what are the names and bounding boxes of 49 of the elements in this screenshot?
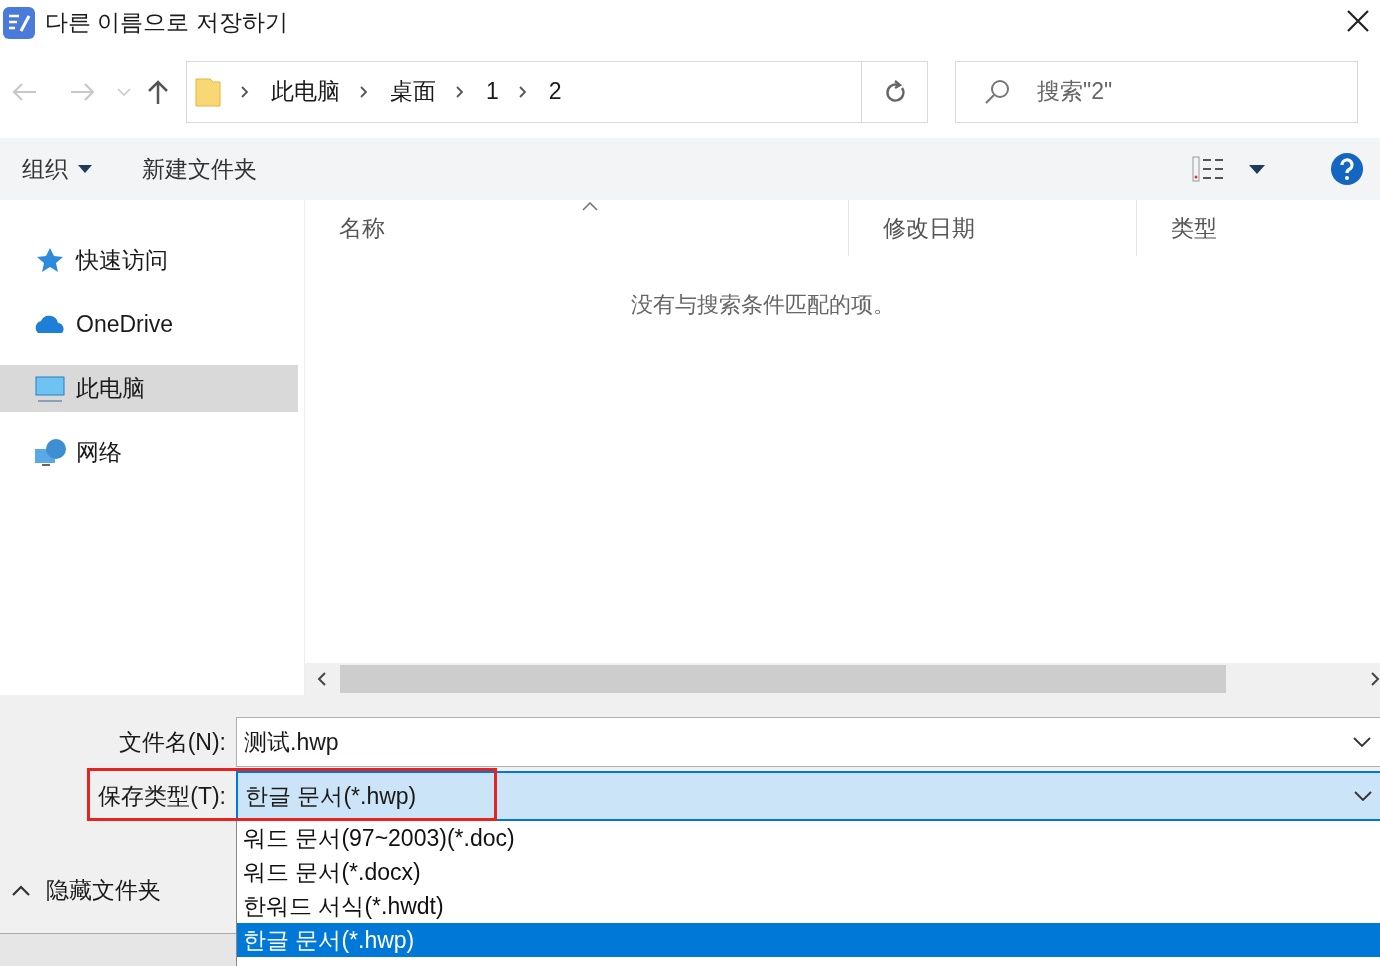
breadcrumb-item[interactable]: 桌面 [390, 74, 436, 109]
network-icon [34, 436, 66, 469]
dropdown-option[interactable]: 워드 문서(97~2003)(*.doc) [237, 821, 1380, 855]
scroll-right-icon [1370, 672, 1380, 686]
scroll-left-icon [317, 672, 327, 686]
chevron-down-icon [1354, 791, 1372, 801]
column-header[interactable]: 名称 [305, 200, 848, 256]
dropdown-option[interactable]: 한워드 서식(*.hwdt) [237, 889, 1380, 923]
refresh-icon [883, 79, 906, 104]
scrollbar-thumb[interactable] [340, 665, 1226, 693]
up-arrow-icon[interactable] [147, 78, 169, 105]
sidebar-item[interactable]: 快速访问 [0, 237, 298, 284]
empty-message: 没有与搜索条件匹配的项。 [630, 291, 895, 319]
caret-down-icon[interactable] [1249, 164, 1265, 174]
sort-caret-icon [582, 202, 598, 211]
chevron-right-icon [518, 85, 527, 98]
document-icon [3, 6, 35, 39]
caret-down-icon [78, 165, 92, 173]
breadcrumb-item[interactable]: 2 [548, 74, 562, 109]
column-header[interactable]: 类型 [1136, 200, 1376, 256]
search-icon [984, 78, 1010, 105]
breadcrumb-item[interactable]: 此电脑 [271, 74, 340, 109]
chevron-right-icon [241, 85, 249, 98]
chevron-up-icon [12, 884, 30, 896]
help-icon[interactable] [1330, 152, 1364, 186]
address-bar[interactable]: 此电脑 桌面 1 2 [186, 60, 928, 123]
hide-folders-button[interactable]: 隐藏文件夹 [12, 873, 161, 908]
search-field[interactable]: 搜索"2" [955, 60, 1358, 123]
sidebar-item[interactable]: 网络 [0, 429, 298, 476]
horizontal-scrollbar[interactable] [305, 663, 1380, 695]
save-type-dropdown[interactable]: 한글 문서(*.hwp) [236, 771, 1380, 821]
dropdown-option[interactable]: 워드 문서(*.docx) [237, 855, 1380, 889]
view-options-icon[interactable] [1192, 156, 1226, 182]
column-header[interactable]: 修改日期 [848, 200, 1136, 256]
chevron-right-icon [360, 85, 368, 98]
organize-menu[interactable]: 组织 [22, 151, 92, 187]
chevron-down-icon [1353, 737, 1371, 747]
chevron-right-icon [456, 85, 464, 98]
dropdown-option[interactable]: 한글 문서(*.hwp) [237, 923, 1380, 957]
file-name-field[interactable]: 测试.hwp [236, 717, 1380, 767]
breadcrumb-item[interactable]: 1 [486, 74, 499, 109]
save-type-label: 保存类型(T): [97, 781, 227, 811]
window-title: 다른 이름으로 저장하기 [45, 8, 288, 38]
sidebar-item[interactable]: 此电脑 [0, 365, 298, 412]
new-folder-button[interactable]: 新建文件夹 [142, 151, 257, 187]
close-icon[interactable] [1346, 8, 1370, 33]
folder-icon [195, 76, 221, 107]
file-name-label: 文件名(N): [117, 727, 227, 757]
sidebar-item[interactable]: OneDrive [0, 301, 298, 348]
